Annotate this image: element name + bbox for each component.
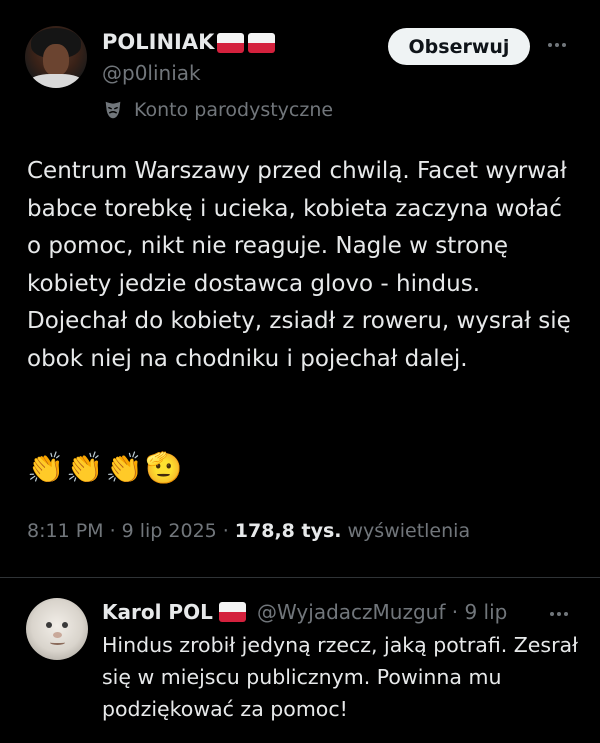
post-date[interactable]: 9 lip 2025 [122,520,217,542]
more-options-icon[interactable] [539,33,575,57]
poland-flag-icon [248,33,275,53]
parody-label: Konto parodystyczne [134,99,334,121]
saluting-face-emoji: 🫡 [145,451,183,486]
meta-separator: · [109,520,116,542]
post-time[interactable]: 8:11 PM [27,520,104,542]
post-text: Centrum Warszawy przed chwilą. Facet wyr… [27,158,571,372]
reply-author-name[interactable]: Karol POL [102,600,213,624]
reply-avatar[interactable] [26,598,88,660]
parody-account-badge: Konto parodystyczne [102,99,333,121]
poland-flag-icon [217,33,244,53]
emoji-row: 👏 👏 👏 🫡 [27,452,182,486]
follow-button[interactable]: Obserwuj [388,28,530,65]
meta-separator: · [451,600,459,624]
author-handle[interactable]: @p0liniak [102,61,201,85]
reply-handle-line: @WyjadaczMuzguf · 9 lip [257,600,507,624]
theater-mask-icon [105,101,121,119]
reply-date[interactable]: 9 lip [464,600,507,624]
main-post: POLINIAK @p0liniak Konto parodystyczne O… [0,0,600,577]
reply-author-handle[interactable]: @WyjadaczMuzguf [257,600,445,624]
meta-separator: · [222,520,229,542]
views-label[interactable]: wyświetlenia [348,520,471,542]
clapping-hands-emoji: 👏 [66,451,104,486]
reply-text: Hindus zrobił jedyną rzecz, jaką potrafi… [102,633,578,721]
clapping-hands-emoji: 👏 [105,451,144,486]
more-options-icon[interactable] [541,604,577,624]
author-flags [217,33,275,53]
clapping-hands-emoji: 👏 [27,451,65,486]
poland-flag-icon [219,602,246,622]
views-count[interactable]: 178,8 tys. [235,520,342,542]
author-name[interactable]: POLINIAK [102,30,214,54]
post-meta: 8:11 PM · 9 lip 2025 · 178,8 tys. wyświe… [27,520,470,542]
reply-post[interactable]: Karol POL @WyjadaczMuzguf · 9 lip Hindus… [0,578,600,743]
author-avatar[interactable] [25,26,87,88]
